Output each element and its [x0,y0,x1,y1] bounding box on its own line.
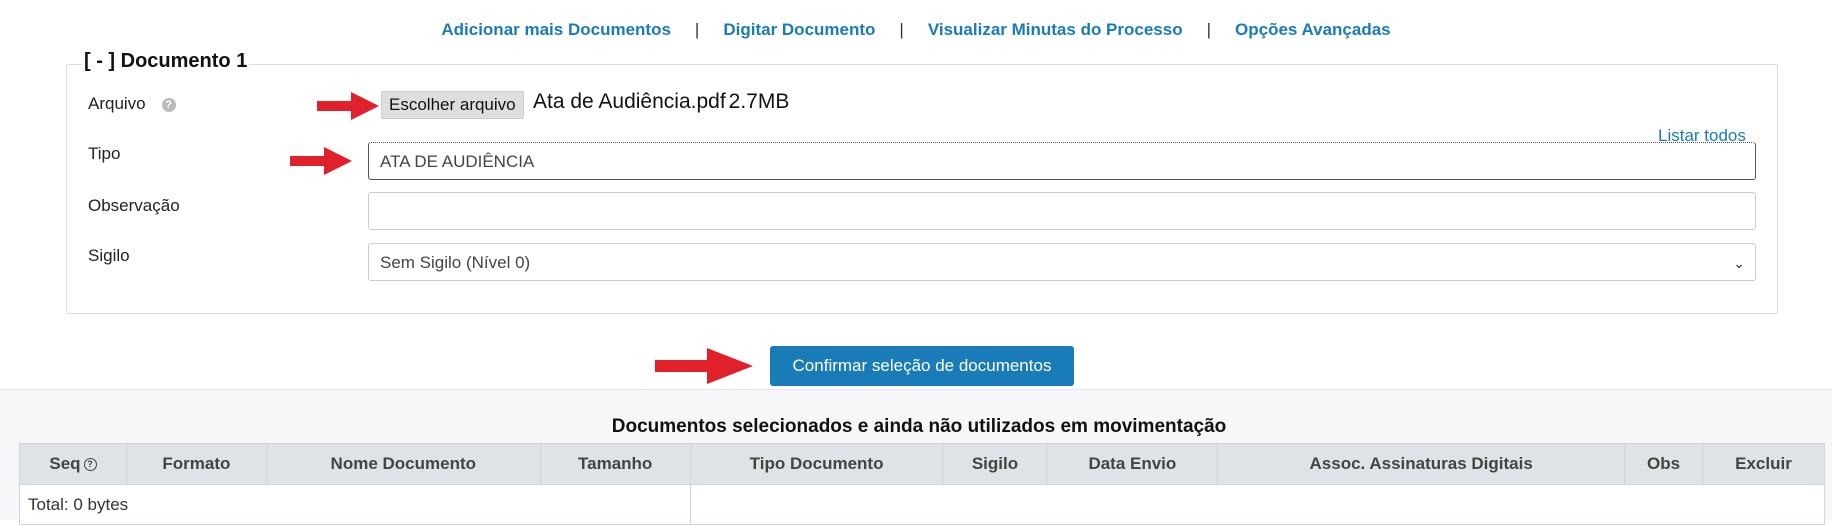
observacao-input[interactable] [368,192,1756,230]
column-header-nome-documento[interactable]: Nome Documento [265,443,541,485]
top-links-bar: Adicionar mais Documentos | Digitar Docu… [0,20,1832,40]
column-header-assinaturas[interactable]: Assoc. Assinaturas Digitais [1217,443,1626,485]
sigilo-selected-value: Sem Sigilo (Nível 0) [380,253,531,272]
sigilo-label: Sigilo [88,246,130,265]
help-icon[interactable]: ? [161,97,176,112]
red-arrow-icon [317,92,379,120]
table-header-row: Seq? Formato Nome Documento Tamanho Tipo… [19,443,1826,485]
column-header-sigilo[interactable]: Sigilo [942,443,1048,485]
separator: | [694,20,700,39]
tipo-label: Tipo [88,144,121,163]
add-documents-link[interactable]: Adicionar mais Documentos [441,20,671,40]
column-header-seq[interactable]: Seq? [19,443,127,485]
column-header-tipo-documento[interactable]: Tipo Documento [689,443,944,485]
arquivo-label: Arquivo? [88,94,176,114]
separator: | [899,20,904,39]
file-size: 2.7MB [728,90,790,113]
red-arrow-icon [655,348,753,384]
file-info: Ata de Audiência.pdf 2.7MB [533,90,789,114]
observacao-label: Observação [88,196,180,215]
document-legend[interactable]: [ - ] Documento 1 [82,50,250,73]
column-header-data-envio[interactable]: Data Envio [1046,443,1219,485]
chevron-down-icon: ⌄ [1733,255,1745,271]
column-header-excluir[interactable]: Excluir [1701,443,1826,485]
documents-table: Seq? Formato Nome Documento Tamanho Tipo… [19,443,1826,525]
choose-file-button[interactable]: Escolher arquivo [381,91,524,119]
file-name: Ata de Audiência.pdf [533,90,726,113]
advanced-options-link[interactable]: Opções Avançadas [1235,20,1391,40]
tipo-input[interactable]: ATA DE AUDIÊNCIA [368,142,1756,180]
arquivo-label-text: Arquivo [88,94,146,113]
view-drafts-link[interactable]: Visualizar Minutas do Processo [928,20,1183,40]
column-header-label: Seq [49,454,81,473]
red-arrow-icon [290,147,352,175]
separator: | [1206,20,1212,39]
confirm-selection-button[interactable]: Confirmar seleção de documentos [770,346,1074,386]
column-header-formato[interactable]: Formato [125,443,267,485]
table-title: Documentos selecionados e ainda não util… [611,416,1227,437]
sigilo-select[interactable]: Sem Sigilo (Nível 0) ⌄ [368,243,1756,281]
type-document-link[interactable]: Digitar Documento [723,20,875,40]
column-header-obs[interactable]: Obs [1624,443,1703,485]
column-header-tamanho[interactable]: Tamanho [539,443,691,485]
help-icon[interactable]: ? [83,458,97,472]
